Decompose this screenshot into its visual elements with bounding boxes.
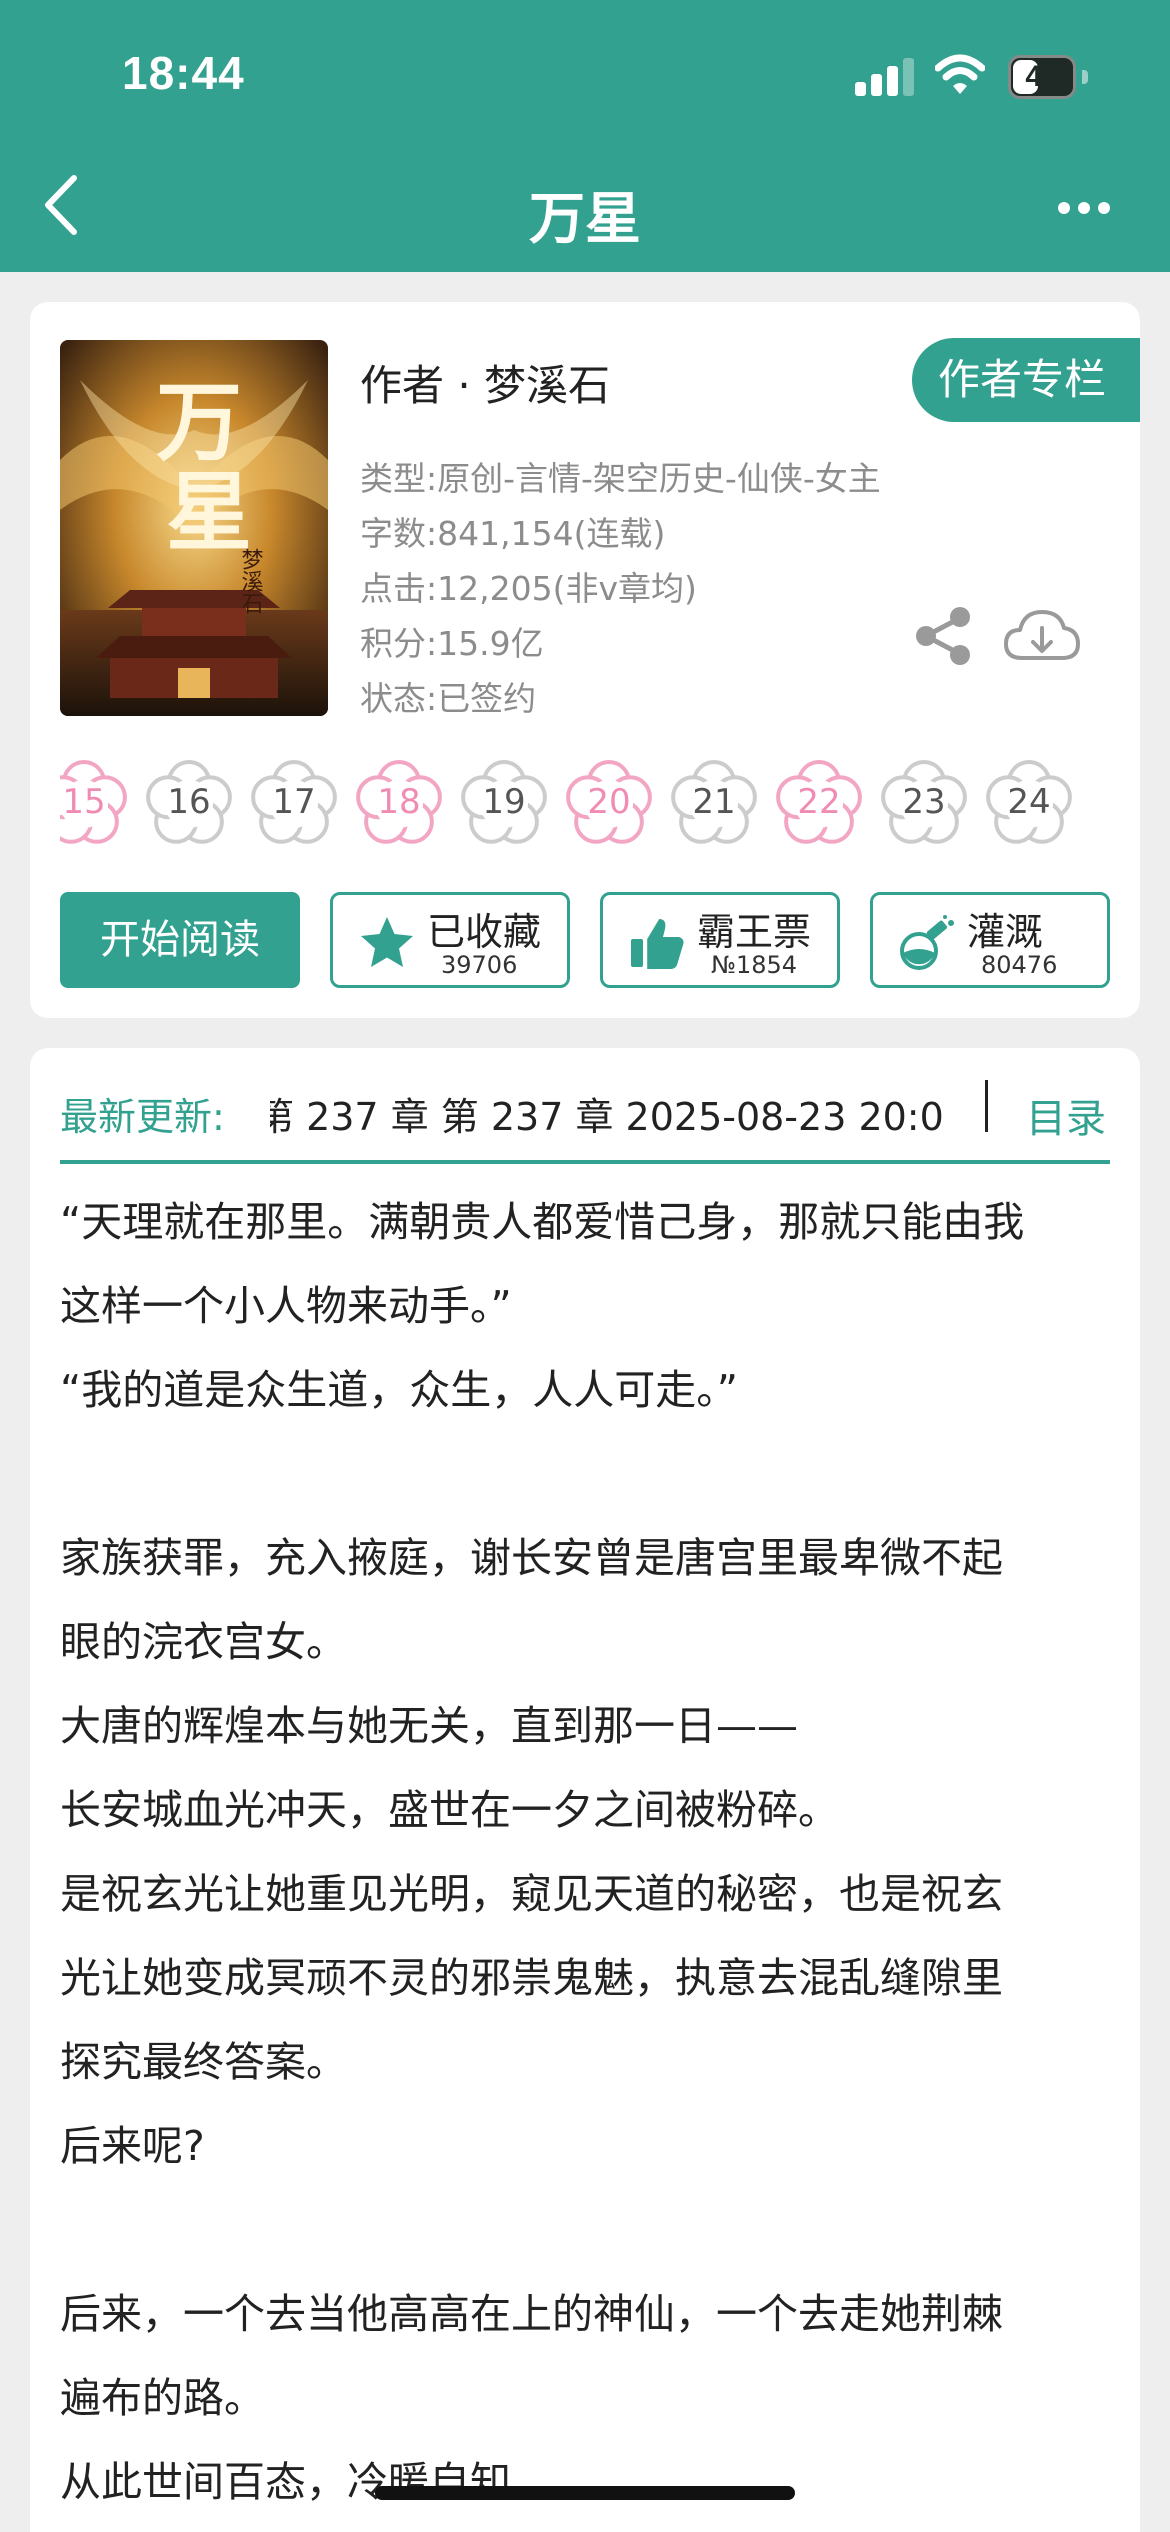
- rating-flower[interactable]: 15: [60, 756, 130, 848]
- share-icon[interactable]: [912, 604, 976, 668]
- battery-icon: 40: [1008, 55, 1076, 99]
- description-line: 是祝玄光让她重见光明，窥见天道的秘密，也是祝玄: [60, 1870, 1003, 1918]
- thumbs-up-icon: [631, 918, 684, 969]
- book-info-card: 万 星 梦溪石 作者 · 梦溪石 作者专栏 类型:原创-言情-架空历史-仙侠-女…: [30, 302, 1140, 1018]
- rating-flower-number: 18: [377, 782, 421, 822]
- rating-flower-number: 19: [482, 782, 526, 822]
- latest-update-marquee: 第 237 章 第 237 章 2025-08-23 20:0: [270, 1095, 944, 1139]
- book-score: 积分:15.9亿: [360, 624, 544, 663]
- rating-flower[interactable]: 19: [458, 756, 550, 848]
- rating-flower[interactable]: 18: [353, 756, 445, 848]
- page-title: 万星: [529, 187, 641, 252]
- book-word-count: 字数:841,154(连载): [360, 514, 666, 553]
- water-button[interactable]: 灌溉 80476: [870, 892, 1110, 988]
- description-blank-line: [60, 2188, 1120, 2272]
- rating-flower[interactable]: 24: [983, 756, 1075, 848]
- status-time: 18:44: [122, 47, 245, 99]
- star-icon: [361, 917, 413, 967]
- battery-cap: [1082, 70, 1088, 84]
- app-header: 18:44 40 万星: [0, 0, 1170, 272]
- rating-flower-number: 16: [167, 782, 211, 822]
- latest-update-text[interactable]: 第 237 章 第 237 章 2025-08-23 20:0: [270, 1086, 960, 1141]
- vote-count: №1854: [711, 951, 798, 979]
- rating-flower[interactable]: 20: [563, 756, 655, 848]
- water-count: 80476: [981, 951, 1058, 979]
- rating-flower-number: 21: [692, 782, 736, 822]
- water-label: 灌溉: [967, 910, 1044, 954]
- book-clicks: 点击:12,205(非v章均): [360, 569, 697, 608]
- description-line: 这样一个小人物来动手。”: [60, 1282, 512, 1330]
- book-cover-art: 万 星 梦溪石: [60, 340, 328, 716]
- collect-label: 已收藏: [427, 910, 542, 954]
- wifi-icon: [935, 54, 985, 94]
- rating-flowers-row: 15 16 17 18 19 20 21 22 23 24: [60, 752, 1110, 852]
- author-column-button[interactable]: 作者专栏: [912, 338, 1140, 422]
- description-line: 长安城血光冲天，盛世在一夕之间被粉碎。: [60, 1786, 839, 1834]
- cellular-signal-icon: [855, 58, 915, 96]
- rating-flower-number: 17: [272, 782, 316, 822]
- description-line: 从此世间百态，冷暖自知。: [60, 2458, 552, 2506]
- book-cover[interactable]: 万 星 梦溪石: [60, 340, 328, 716]
- rating-flower[interactable]: 22: [773, 756, 865, 848]
- rating-flower-number: 22: [797, 782, 841, 822]
- description-line: 后来呢?: [60, 2122, 205, 2170]
- description-line: 大唐的辉煌本与她无关，直到那一日——: [60, 1702, 798, 1750]
- cover-signature: 梦溪石: [238, 548, 264, 614]
- book-genre: 类型:原创-言情-架空历史-仙侠-女主: [360, 459, 881, 498]
- book-description: “天理就在那里。满朝贵人都爱惜己身，那就只能由我 这样一个小人物来动手。” “我的道…: [60, 1180, 1120, 2524]
- description-line: 眼的浣衣宫女。: [60, 1618, 347, 1666]
- rating-flower-number: 20: [587, 782, 631, 822]
- cloud-download-icon[interactable]: [1002, 604, 1082, 668]
- rating-flower-number: 23: [902, 782, 946, 822]
- start-reading-button[interactable]: 开始阅读: [60, 892, 300, 988]
- battery-percent: 40: [1025, 60, 1059, 93]
- description-line: “天理就在那里。满朝贵人都爱惜己身，那就只能由我: [60, 1198, 1025, 1246]
- description-line: 探究最终答案。: [60, 2038, 347, 2086]
- vote-button[interactable]: 霸王票 №1854: [600, 892, 840, 988]
- collect-count: 39706: [441, 951, 518, 979]
- latest-update-label: 最新更新:: [60, 1095, 225, 1139]
- rating-flower[interactable]: 21: [668, 756, 760, 848]
- table-of-contents-link[interactable]: 目录: [1026, 1086, 1106, 1144]
- rating-flower[interactable]: 16: [143, 756, 235, 848]
- home-indicator[interactable]: [375, 2486, 795, 2500]
- description-line: 遍布的路。: [60, 2374, 265, 2422]
- more-options-icon[interactable]: [1054, 196, 1114, 220]
- description-line: 光让她变成冥顽不灵的邪祟鬼魅，执意去混乱缝隙里: [60, 1954, 1003, 2002]
- cover-title-char-1: 万: [156, 372, 242, 473]
- collect-button[interactable]: 已收藏 39706: [330, 892, 570, 988]
- book-author[interactable]: 作者 · 梦溪石: [360, 352, 610, 413]
- update-divider: [985, 1080, 988, 1132]
- book-sign-status: 状态:已签约: [360, 679, 537, 718]
- rating-flower[interactable]: 17: [248, 756, 340, 848]
- rating-flower-number: 15: [62, 782, 106, 822]
- watering-bottle-icon: [900, 915, 954, 970]
- vote-label: 霸王票: [697, 910, 812, 954]
- description-line: “我的道是众生道，众生，人人可走。”: [60, 1366, 738, 1414]
- book-content-card: 最新更新: 第 237 章 第 237 章 2025-08-23 20:0 目录…: [30, 1048, 1140, 2532]
- update-underline: [60, 1160, 1110, 1164]
- rating-flower[interactable]: 23: [878, 756, 970, 848]
- description-blank-line: [60, 1432, 1120, 1516]
- description-line: 家族获罪，充入掖庭，谢长安曾是唐宫里最卑微不起: [60, 1534, 1003, 1582]
- description-line: 后来，一个去当他高高在上的神仙，一个去走她荆棘: [60, 2290, 1003, 2338]
- rating-flower-number: 24: [1007, 782, 1051, 822]
